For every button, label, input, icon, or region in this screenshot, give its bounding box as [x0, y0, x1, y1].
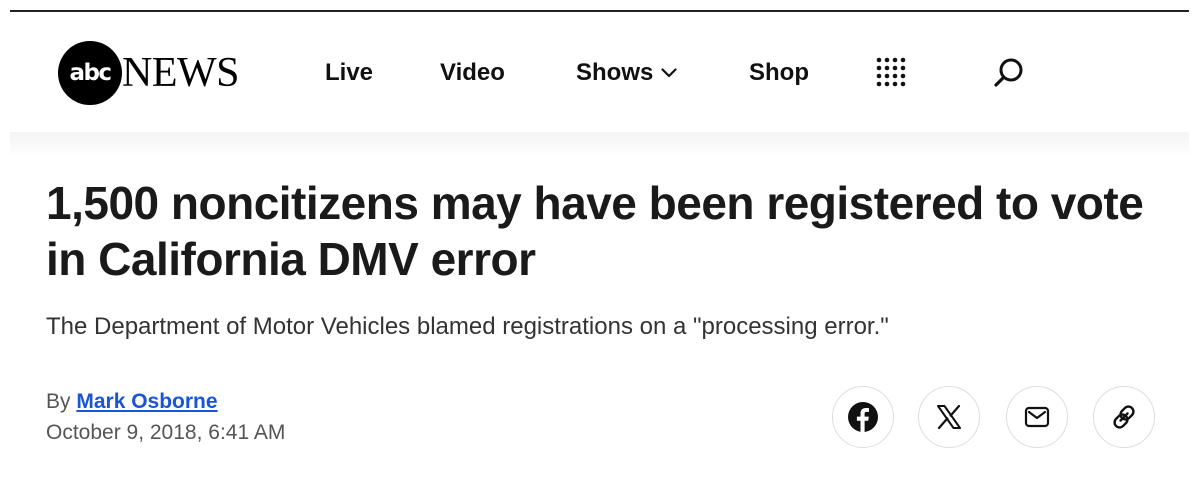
header-divider	[10, 132, 1189, 156]
byline: By Mark Osborne	[46, 389, 218, 415]
nav-video-label: Video	[440, 59, 505, 86]
nav-live-label: Live	[325, 59, 374, 86]
nav-item-shows[interactable]: Shows	[576, 57, 677, 89]
abc-logo-circle: abc	[58, 41, 122, 105]
nav-shop-label: Shop	[749, 59, 809, 86]
nav-item-live[interactable]: Live	[325, 57, 373, 89]
nav-shows-label: Shows	[576, 59, 654, 86]
share-facebook-button[interactable]	[832, 386, 894, 448]
abc-news-logo[interactable]: abc NEWS	[58, 41, 240, 105]
search-icon[interactable]	[992, 56, 1026, 90]
news-logo-word: NEWS	[122, 50, 240, 96]
site-header: abc NEWS Live Video Shows Shop	[10, 12, 1189, 132]
grid-icon[interactable]	[876, 57, 906, 87]
mail-icon	[1024, 406, 1050, 428]
author-link[interactable]: Mark Osborne	[76, 390, 217, 413]
chevron-down-icon	[661, 68, 677, 78]
link-icon	[1113, 405, 1135, 429]
nav-item-video[interactable]: Video	[440, 57, 505, 89]
nav-item-shop[interactable]: Shop	[749, 57, 809, 89]
article-subheadline: The Department of Motor Vehicles blamed …	[46, 313, 889, 340]
publish-date: October 9, 2018, 6:41 AM	[46, 421, 286, 444]
share-x-button[interactable]	[918, 386, 980, 448]
share-email-button[interactable]	[1006, 386, 1068, 448]
copy-link-button[interactable]	[1093, 386, 1155, 448]
facebook-icon	[848, 402, 878, 432]
byline-prefix: By	[46, 390, 71, 413]
article-headline: 1,500 noncitizens may have been register…	[46, 177, 1144, 285]
x-icon	[937, 404, 961, 430]
